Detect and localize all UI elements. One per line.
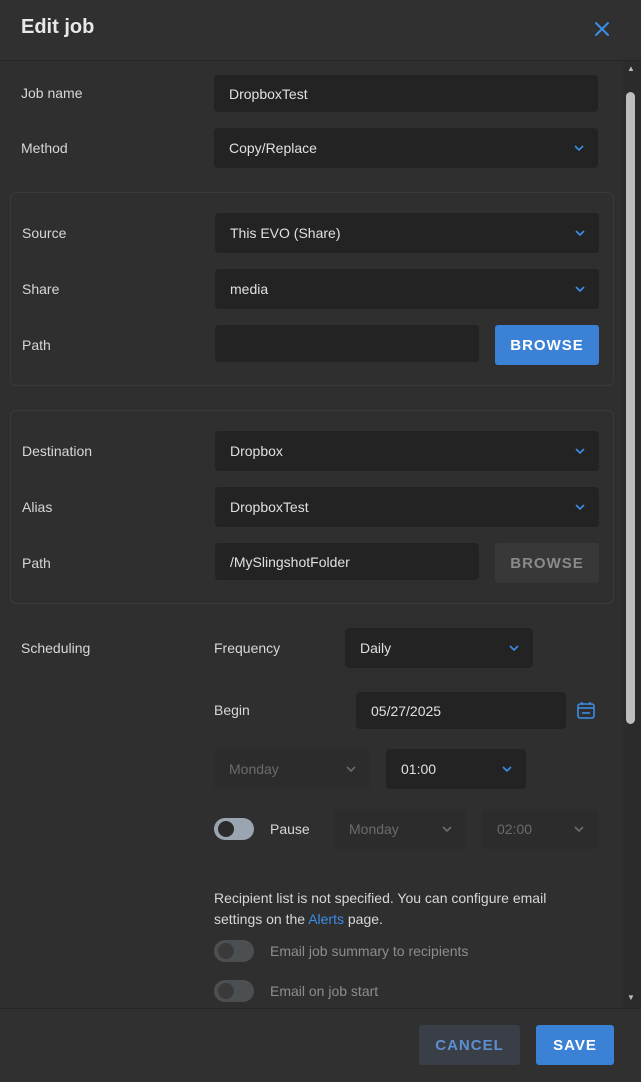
job-name-input[interactable]: DropboxTest	[214, 75, 598, 112]
email-summary-label: Email job summary to recipients	[270, 943, 469, 959]
frequency-value: Daily	[360, 640, 392, 656]
email-summary-toggle[interactable]	[214, 940, 254, 962]
email-start-label: Email on job start	[270, 983, 379, 999]
recipient-note-suffix: page.	[343, 911, 383, 927]
chevron-down-icon	[575, 504, 585, 511]
method-value: Copy/Replace	[229, 140, 317, 156]
pause-label: Pause	[270, 821, 310, 837]
destination-select[interactable]: Dropbox	[215, 431, 599, 471]
source-select[interactable]: This EVO (Share)	[215, 213, 599, 253]
day-select[interactable]: Monday	[214, 749, 370, 789]
email-summary-toggle-knob	[218, 943, 234, 959]
job-name-value: DropboxTest	[229, 85, 308, 102]
destination-label: Destination	[22, 443, 93, 459]
frequency-select[interactable]: Daily	[345, 628, 533, 668]
job-name-label: Job name	[21, 85, 83, 101]
scroll-down-icon[interactable]: ▼	[624, 993, 638, 1003]
time-value: 01:00	[401, 761, 437, 777]
source-path-input[interactable]	[215, 325, 479, 362]
alias-label: Alias	[22, 499, 53, 515]
source-label: Source	[22, 225, 67, 241]
chevron-down-icon	[346, 766, 356, 773]
chevron-down-icon	[442, 826, 452, 833]
day-value: Monday	[229, 761, 279, 777]
source-value: This EVO (Share)	[230, 225, 341, 241]
chevron-down-icon	[575, 448, 585, 455]
method-select[interactable]: Copy/Replace	[214, 128, 598, 168]
dialog-body: Job name DropboxTest Method Copy/Replace…	[0, 61, 623, 1008]
dialog-header: Edit job	[0, 0, 641, 61]
destination-browse-button[interactable]: BROWSE	[495, 543, 599, 583]
pause-time-value: 02:00	[497, 821, 533, 837]
chevron-down-icon	[574, 826, 584, 833]
email-start-toggle[interactable]	[214, 980, 254, 1002]
pause-time-select[interactable]: 02:00	[482, 809, 598, 849]
destination-path-value: /MySlingshotFolder	[230, 553, 350, 570]
recipient-note: Recipient list is not specified. You can…	[214, 888, 594, 930]
pause-day-value: Monday	[349, 821, 399, 837]
alias-value: DropboxTest	[230, 499, 309, 515]
begin-date-input[interactable]: 05/27/2025	[356, 692, 566, 729]
pause-toggle[interactable]	[214, 818, 254, 840]
dialog-title: Edit job	[21, 16, 95, 38]
alerts-link[interactable]: Alerts	[308, 911, 344, 927]
share-select[interactable]: media	[215, 269, 599, 309]
pause-day-select[interactable]: Monday	[334, 809, 466, 849]
chevron-down-icon	[575, 286, 585, 293]
save-button[interactable]: SAVE	[536, 1025, 614, 1065]
alias-select[interactable]: DropboxTest	[215, 487, 599, 527]
cancel-button[interactable]: CANCEL	[419, 1025, 520, 1065]
share-value: media	[230, 281, 269, 297]
begin-date-value: 05/27/2025	[371, 702, 442, 719]
email-start-toggle-knob	[218, 983, 234, 999]
source-browse-button[interactable]: BROWSE	[495, 325, 599, 365]
destination-value: Dropbox	[230, 443, 283, 459]
scheduling-label: Scheduling	[21, 640, 91, 656]
share-label: Share	[22, 281, 60, 297]
scrollbar-thumb[interactable]	[626, 92, 635, 724]
begin-label: Begin	[214, 702, 250, 718]
chevron-down-icon	[575, 230, 585, 237]
calendar-icon[interactable]	[576, 700, 596, 720]
scroll-up-icon[interactable]: ▲	[624, 64, 638, 74]
chevron-down-icon	[502, 766, 512, 773]
chevron-down-icon	[509, 645, 519, 652]
source-path-label: Path	[22, 337, 51, 353]
edit-job-dialog: Edit job Job name DropboxTest Method Cop…	[0, 0, 641, 1082]
time-select[interactable]: 01:00	[386, 749, 526, 789]
pause-toggle-knob	[218, 821, 234, 837]
method-label: Method	[21, 140, 68, 156]
close-icon-glyph	[595, 22, 609, 36]
close-icon[interactable]	[590, 17, 614, 41]
frequency-label: Frequency	[214, 640, 281, 656]
destination-path-label: Path	[22, 555, 51, 571]
destination-path-input[interactable]: /MySlingshotFolder	[215, 543, 479, 580]
chevron-down-icon	[574, 145, 584, 152]
